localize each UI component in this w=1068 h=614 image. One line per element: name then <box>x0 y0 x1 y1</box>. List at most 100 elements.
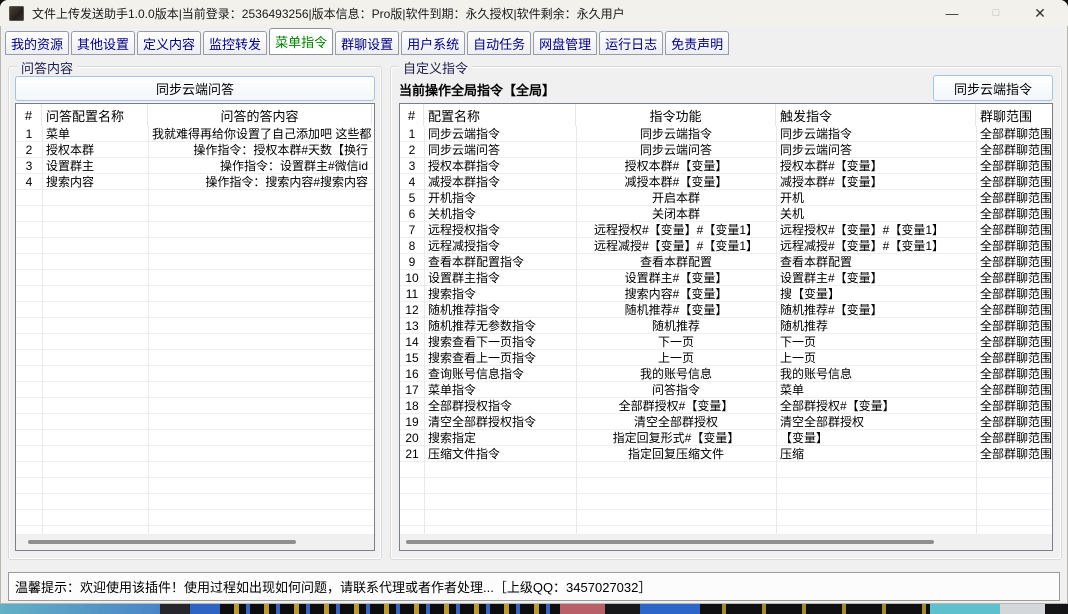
cmd-cell-num: 6 <box>400 206 424 222</box>
tab[interactable]: 运行日志 <box>599 31 663 55</box>
cmd-scrollbar-thumb[interactable] <box>406 540 934 544</box>
cmd-cell-scope: 全部群聊范围 <box>976 270 1052 286</box>
desktop-background <box>0 604 1068 614</box>
cmd-horizontal-scrollbar[interactable] <box>400 534 1052 550</box>
cmd-cell-trigger: 随机推荐 <box>776 318 976 334</box>
cmd-table-row[interactable]: 8 远程减授指令 远程减授#【变量】#【变量1】 远程减授#【变量】#【变量1】… <box>400 238 1052 254</box>
cmd-table-row[interactable]: 20 搜索指定 指定回复形式#【变量】 【变量】 全部群聊范围 <box>400 430 1052 446</box>
tab[interactable]: 其他设置 <box>71 31 135 55</box>
cmd-cell-func: 同步云端指令 <box>576 126 776 142</box>
maximize-button[interactable]: □ <box>974 0 1018 26</box>
cmd-cell-func: 关闭本群 <box>576 206 776 222</box>
cmd-cell-trigger: 【变量】 <box>776 430 976 446</box>
cmd-cell-num: 10 <box>400 270 424 286</box>
cmd-cell-func: 随机推荐#【变量】 <box>576 302 776 318</box>
cmd-cell-name: 远程授权指令 <box>424 222 576 238</box>
cmd-col-func: 指令功能 <box>576 104 776 126</box>
cmd-cell-scope: 全部群聊范围 <box>976 254 1052 270</box>
sync-cloud-cmd-button[interactable]: 同步云端指令 <box>933 75 1053 101</box>
cmd-table-row[interactable]: 3 授权本群指令 授权本群#【变量】 授权本群#【变量】 全部群聊范围 <box>400 158 1052 174</box>
tab[interactable]: 免责声明 <box>665 31 729 55</box>
cmd-cell-scope: 全部群聊范围 <box>976 286 1052 302</box>
cmd-cell-name: 清空全部群授权指令 <box>424 414 576 430</box>
cmd-cell-scope: 全部群聊范围 <box>976 126 1052 142</box>
cmd-cell-func: 远程减授#【变量】#【变量1】 <box>576 238 776 254</box>
cmd-cell-scope: 全部群聊范围 <box>976 142 1052 158</box>
cmd-cell-scope: 全部群聊范围 <box>976 174 1052 190</box>
tab-label: 运行日志 <box>605 34 657 53</box>
window-title: 文件上传发送助手1.0.0版本|当前登录：2536493256|版本信息：Pro… <box>32 5 625 22</box>
qa-cell-answer: 我就难得再给你设置了自己添加吧 这些都 <box>148 126 372 142</box>
cmd-cell-name: 全部群授权指令 <box>424 398 576 414</box>
qa-cell-answer: 操作指令：授权本群#天数【换行 <box>148 142 372 158</box>
qa-table-row[interactable]: 3 设置群主 操作指令：设置群主#微信id <box>16 158 374 174</box>
cmd-scope-label: 当前操作全局指令【全局】 <box>399 80 555 99</box>
cmd-cell-func: 同步云端问答 <box>576 142 776 158</box>
sync-cloud-qa-button[interactable]: 同步云端问答 <box>15 76 375 101</box>
cmd-table-row[interactable]: 14 搜索查看下一页指令 下一页 下一页 全部群聊范围 <box>400 334 1052 350</box>
cmd-table-row[interactable]: 10 设置群主指令 设置群主#【变量】 设置群主#【变量】 全部群聊范围 <box>400 270 1052 286</box>
qa-groupbox: 问答内容 同步云端问答 # 问答配置名称 问答的答内容 1 菜单 我就难得再给你… <box>8 66 382 560</box>
cmd-cell-name: 开机指令 <box>424 190 576 206</box>
tab[interactable]: 定义内容 <box>137 31 201 55</box>
cmd-cell-func: 我的账号信息 <box>576 366 776 382</box>
cmd-cell-trigger: 同步云端问答 <box>776 142 976 158</box>
cmd-table-row[interactable]: 19 清空全部群授权指令 清空全部群授权 清空全部群授权 全部群聊范围 <box>400 414 1052 430</box>
titlebar: 文件上传发送助手1.0.0版本|当前登录：2536493256|版本信息：Pro… <box>0 0 1068 26</box>
qa-cell-num: 1 <box>16 126 42 142</box>
desktop-fragment <box>700 604 930 614</box>
tab[interactable]: 自动任务 <box>467 31 531 55</box>
cmd-table-row[interactable]: 6 关机指令 关闭本群 关机 全部群聊范围 <box>400 206 1052 222</box>
tab[interactable]: 网盘管理 <box>533 31 597 55</box>
close-button[interactable]: ✕ <box>1018 0 1062 26</box>
cmd-cell-name: 搜索查看下一页指令 <box>424 334 576 350</box>
app-window: 文件上传发送助手1.0.0版本|当前登录：2536493256|版本信息：Pro… <box>0 0 1068 604</box>
cmd-table-row[interactable]: 4 减授本群指令 减授本群#【变量】 减授本群#【变量】 全部群聊范围 <box>400 174 1052 190</box>
cmd-cell-name: 设置群主指令 <box>424 270 576 286</box>
cmd-table-row[interactable]: 13 随机推荐无参数指令 随机推荐 随机推荐 全部群聊范围 <box>400 318 1052 334</box>
tab[interactable]: 我的资源 <box>5 31 69 55</box>
tab[interactable]: 菜单指令 <box>269 28 333 55</box>
tab[interactable]: 群聊设置 <box>335 31 399 55</box>
cmd-table: # 配置名称 指令功能 触发指令 群聊范围 1 同步云端指令 同步云端指令 同步… <box>399 103 1053 551</box>
desktop-fragment <box>190 604 220 614</box>
cmd-table-row[interactable]: 5 开机指令 开启本群 开机 全部群聊范围 <box>400 190 1052 206</box>
tab-label: 定义内容 <box>143 34 195 53</box>
cmd-table-row[interactable]: 18 全部群授权指令 全部群授权#【变量】 全部群授权#【变量】 全部群聊范围 <box>400 398 1052 414</box>
cmd-cell-scope: 全部群聊范围 <box>976 302 1052 318</box>
qa-horizontal-scrollbar[interactable] <box>16 534 374 550</box>
qa-cell-answer: 操作指令：设置群主#微信id <box>148 158 372 174</box>
cmd-table-row[interactable]: 15 搜索查看上一页指令 上一页 上一页 全部群聊范围 <box>400 350 1052 366</box>
qa-scrollbar-thumb[interactable] <box>28 540 296 544</box>
cmd-table-row[interactable]: 21 压缩文件指令 指定回复压缩文件 压缩 全部群聊范围 <box>400 446 1052 462</box>
cmd-cell-trigger: 授权本群#【变量】 <box>776 158 976 174</box>
cmd-cell-trigger: 菜单 <box>776 382 976 398</box>
cmd-table-row[interactable]: 2 同步云端问答 同步云端问答 同步云端问答 全部群聊范围 <box>400 142 1052 158</box>
cmd-table-row[interactable]: 12 随机推荐指令 随机推荐#【变量】 随机推荐#【变量】 全部群聊范围 <box>400 302 1052 318</box>
cmd-cell-func: 全部群授权#【变量】 <box>576 398 776 414</box>
cmd-cell-name: 同步云端指令 <box>424 126 576 142</box>
cmd-table-row[interactable]: 11 搜索指令 搜索内容#【变量】 搜【变量】 全部群聊范围 <box>400 286 1052 302</box>
cmd-table-row[interactable]: 7 远程授权指令 远程授权#【变量】#【变量1】 远程授权#【变量】#【变量1】… <box>400 222 1052 238</box>
cmd-table-row[interactable]: 9 查看本群配置指令 查看本群配置 查看本群配置 全部群聊范围 <box>400 254 1052 270</box>
cmd-cell-name: 菜单指令 <box>424 382 576 398</box>
cmd-table-row[interactable]: 16 查询账号信息指令 我的账号信息 我的账号信息 全部群聊范围 <box>400 366 1052 382</box>
cmd-cell-trigger: 随机推荐#【变量】 <box>776 302 976 318</box>
tab[interactable]: 用户系统 <box>401 31 465 55</box>
cmd-cell-trigger: 下一页 <box>776 334 976 350</box>
qa-col-num: # <box>16 104 42 126</box>
cmd-table-row[interactable]: 17 菜单指令 问答指令 菜单 全部群聊范围 <box>400 382 1052 398</box>
qa-table-row[interactable]: 2 授权本群 操作指令：授权本群#天数【换行 <box>16 142 374 158</box>
tab-label: 自动任务 <box>473 34 525 53</box>
column-divider <box>424 126 425 534</box>
qa-table-row[interactable]: 1 菜单 我就难得再给你设置了自己添加吧 这些都 <box>16 126 374 142</box>
tab[interactable]: 监控转发 <box>203 31 267 55</box>
qa-col-answer: 问答的答内容 <box>148 104 372 126</box>
cmd-cell-scope: 全部群聊范围 <box>976 318 1052 334</box>
minimize-button[interactable]: — <box>930 0 974 26</box>
qa-table-row[interactable]: 4 搜索内容 操作指令：搜索内容#搜索内容 <box>16 174 374 190</box>
cmd-cell-scope: 全部群聊范围 <box>976 350 1052 366</box>
cmd-cell-func: 上一页 <box>576 350 776 366</box>
cmd-cell-num: 21 <box>400 446 424 462</box>
cmd-table-row[interactable]: 1 同步云端指令 同步云端指令 同步云端指令 全部群聊范围 <box>400 126 1052 142</box>
